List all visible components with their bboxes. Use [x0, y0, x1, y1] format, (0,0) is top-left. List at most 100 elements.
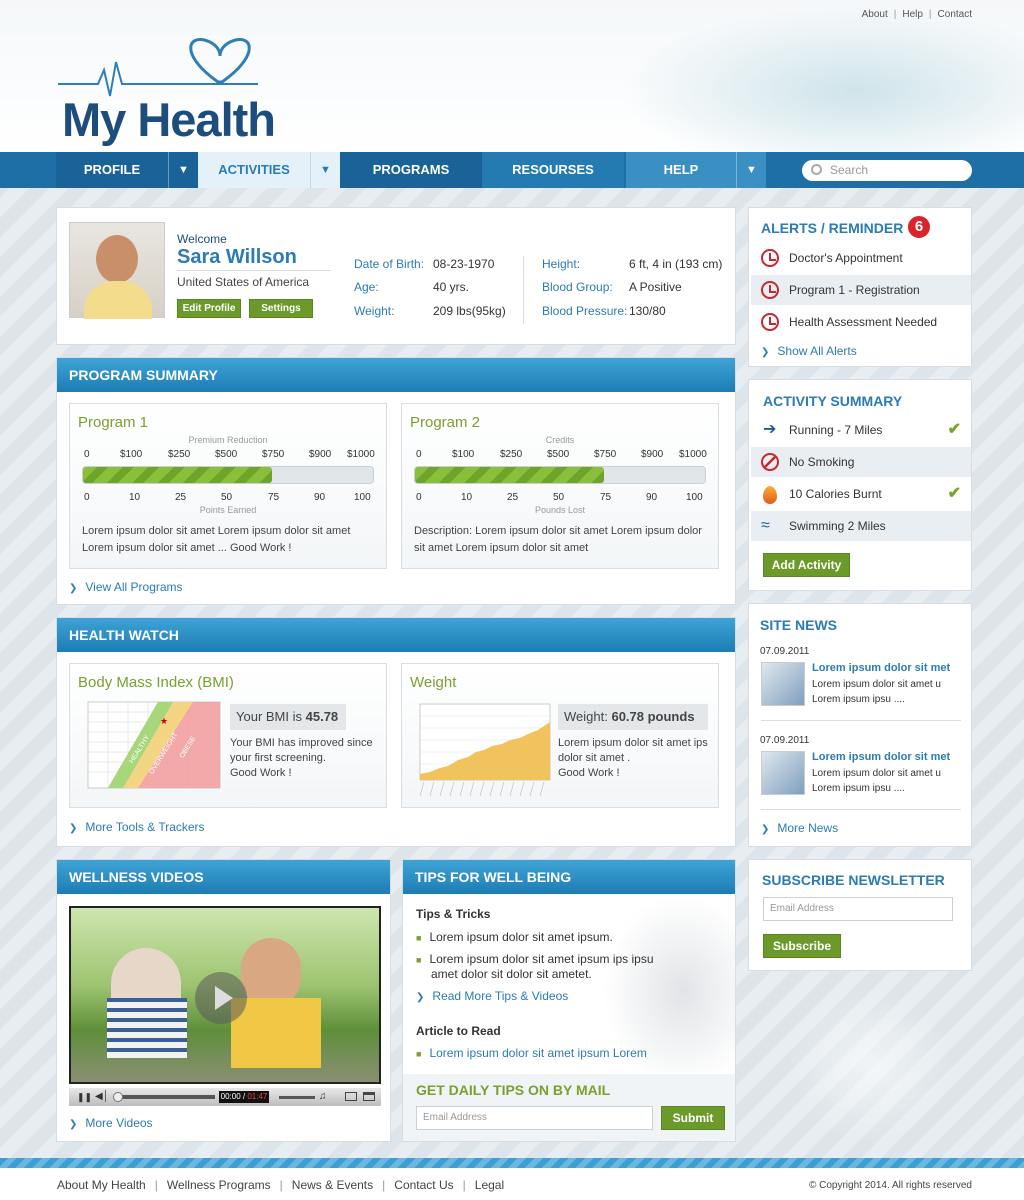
top-link-about[interactable]: About	[862, 9, 888, 20]
skip-back-icon[interactable]: ◀│	[95, 1091, 109, 1102]
weight-text-2: dolor sit amet .	[558, 752, 631, 764]
video-seek-handle[interactable]	[113, 1092, 123, 1102]
activity-item-no-smoking: No Smoking	[751, 447, 971, 477]
nav-profile[interactable]: PROFILE	[56, 152, 168, 188]
newsletter-email-input[interactable]: Email Address	[763, 897, 953, 921]
alarm-clock-icon	[761, 313, 779, 331]
chevron-down-icon[interactable]: ▼	[736, 152, 766, 188]
read-more-tips-link[interactable]: ❯ Read More Tips & Videos	[416, 989, 568, 1003]
program-card-2: Program 2 Credits 0 $100 $250 $500 $750 …	[401, 403, 719, 569]
news-thumbnail	[761, 751, 805, 795]
chevron-right-icon: ❯	[69, 823, 78, 834]
tips-item-1: ■ Lorem ipsum dolor sit amet ipsum.	[416, 930, 613, 944]
weight-text-1: Lorem ipsum dolor sit amet ips	[558, 737, 708, 749]
footer-link-about[interactable]: About My Health	[57, 1178, 146, 1192]
nav-activities[interactable]: ACTIVITIES	[198, 152, 310, 188]
checkmark-icon: ✔	[947, 485, 961, 502]
chevron-right-icon: ❯	[416, 992, 425, 1003]
nav-help[interactable]: HELP	[626, 152, 736, 188]
activity-summary-title: ACTIVITY SUMMARY	[763, 393, 903, 409]
weight-label: Weight:	[354, 304, 395, 318]
news-text-1: Lorem ipsum dolor sit amet u	[812, 679, 941, 690]
news-headline[interactable]: Lorem ipsum dolor sit met	[812, 662, 950, 674]
top-link-contact[interactable]: Contact	[938, 9, 972, 20]
bmi-title: Body Mass Index (BMI)	[78, 674, 234, 691]
volume-slider[interactable]	[279, 1096, 315, 1099]
play-icon[interactable]	[195, 972, 247, 1024]
news-thumbnail	[761, 662, 805, 706]
dob-value: 08-23-1970	[433, 257, 495, 271]
volume-icon[interactable]: ♫	[319, 1091, 327, 1102]
wellness-videos-title: WELLNESS VIDEOS	[57, 860, 390, 894]
site-logo[interactable]: My Health	[62, 92, 276, 147]
article-title: Article to Read	[416, 1024, 501, 1038]
program-1-progress-fill	[83, 467, 272, 483]
show-all-alerts-link[interactable]: ❯ Show All Alerts	[761, 344, 857, 358]
alert-item-doctor[interactable]: Doctor's Appointment	[751, 243, 971, 273]
age-label: Age:	[354, 280, 379, 294]
daily-tips-email-input[interactable]: Email Address	[416, 1106, 653, 1130]
video-seek-bar[interactable]	[115, 1095, 215, 1099]
nav-programs[interactable]: PROGRAMS	[340, 152, 482, 188]
settings-button[interactable]: Settings	[249, 299, 313, 318]
popout-icon[interactable]	[363, 1092, 375, 1101]
subscribe-button[interactable]: Subscribe	[763, 934, 841, 958]
chevron-down-icon[interactable]: ▼	[310, 152, 340, 188]
program-2-title: Program 2	[410, 414, 481, 431]
activity-item-running: ➔ Running - 7 Miles ✔	[751, 415, 971, 445]
program-2-desc-line1: Description: Lorem ipsum dolor sit amet …	[414, 525, 702, 537]
edit-profile-button[interactable]: Edit Profile	[177, 299, 241, 318]
weight-card: Weight Weight: 60.78 pounds Lorem ipsum …	[401, 663, 719, 808]
site-header: My Health About | Help | Contact	[0, 0, 1024, 152]
dob-label: Date of Birth:	[354, 257, 425, 271]
alert-item-assessment[interactable]: Health Assessment Needed	[751, 307, 971, 337]
footer-link-programs[interactable]: Wellness Programs	[167, 1178, 271, 1192]
bmi-value: 45.78	[305, 709, 339, 724]
news-headline[interactable]: Lorem ipsum dolor sit met	[812, 751, 950, 763]
fullscreen-icon[interactable]	[345, 1092, 357, 1101]
news-date: 07.09.2011	[760, 646, 810, 657]
activity-summary-panel: ACTIVITY SUMMARY ➔ Running - 7 Miles ✔ No …	[748, 379, 972, 591]
daily-tips-section: GET DAILY TIPS ON BY MAIL Email Address …	[403, 1074, 735, 1141]
more-news-link[interactable]: ❯ More News	[761, 821, 838, 835]
blood-pressure-label: Blood Pressure:	[542, 304, 628, 318]
video-time: 00:00 / 01:47	[219, 1091, 269, 1103]
footer-link-news[interactable]: News & Events	[292, 1178, 373, 1192]
news-date: 07.09.2011	[760, 735, 810, 746]
more-videos-link[interactable]: ❯ More Videos	[69, 1116, 153, 1130]
footer-link-legal[interactable]: Legal	[475, 1178, 504, 1192]
daily-tips-submit-button[interactable]: Submit	[661, 1106, 725, 1130]
program-card-1: Program 1 Premium Reduction 0 $100 $250 …	[69, 403, 387, 569]
top-link-help[interactable]: Help	[902, 9, 923, 20]
chevron-down-icon[interactable]: ▼	[168, 152, 198, 188]
activity-item-swimming: ≈ Swimming 2 Miles	[751, 511, 971, 541]
swimmer-icon: ≈	[761, 517, 770, 534]
nav-resources[interactable]: RESOURSES	[482, 152, 624, 188]
article-link[interactable]: ■ Lorem ipsum dolor sit amet ipsum Lorem	[416, 1046, 647, 1060]
pause-icon[interactable]: ❚❚	[77, 1092, 92, 1103]
runner-icon: ➔	[763, 421, 777, 438]
weight-value-label: Weight:	[564, 709, 608, 724]
program-2-bottom-caption: Pounds Lost	[534, 505, 586, 515]
chevron-right-icon: ❯	[69, 1119, 78, 1130]
video-player[interactable]	[69, 906, 381, 1084]
program-1-top-caption: Premium Reduction	[188, 435, 268, 445]
program-2-bottom-scale: 0 10 25 50 75 90 100	[416, 492, 703, 503]
add-activity-button[interactable]: Add Activity	[763, 553, 850, 577]
height-label: Height:	[542, 257, 581, 271]
flame-icon	[763, 486, 777, 504]
copyright: © Copyright 2014. All rights reserved	[808, 1180, 972, 1191]
video-controls: ❚❚ ◀│ 00:00 / 01:47 ♫	[69, 1088, 381, 1106]
chevron-right-icon: ❯	[761, 347, 770, 358]
bmi-text-3: Good Work !	[230, 767, 292, 779]
footer-link-contact[interactable]: Contact Us	[394, 1178, 453, 1192]
more-tools-link[interactable]: ❯ More Tools & Trackers	[69, 820, 205, 834]
view-all-programs-link[interactable]: ❯ View All Programs	[69, 580, 183, 594]
program-1-title: Program 1	[78, 414, 149, 431]
caduceus-watermark	[780, 980, 960, 1150]
search-input[interactable]: Search	[802, 160, 972, 181]
avatar	[69, 222, 165, 319]
program-summary-panel: PROGRAM SUMMARY Program 1 Premium Reduct…	[56, 357, 736, 605]
alert-item-registration[interactable]: Program 1 - Registration	[751, 275, 971, 305]
search-icon	[811, 164, 822, 175]
